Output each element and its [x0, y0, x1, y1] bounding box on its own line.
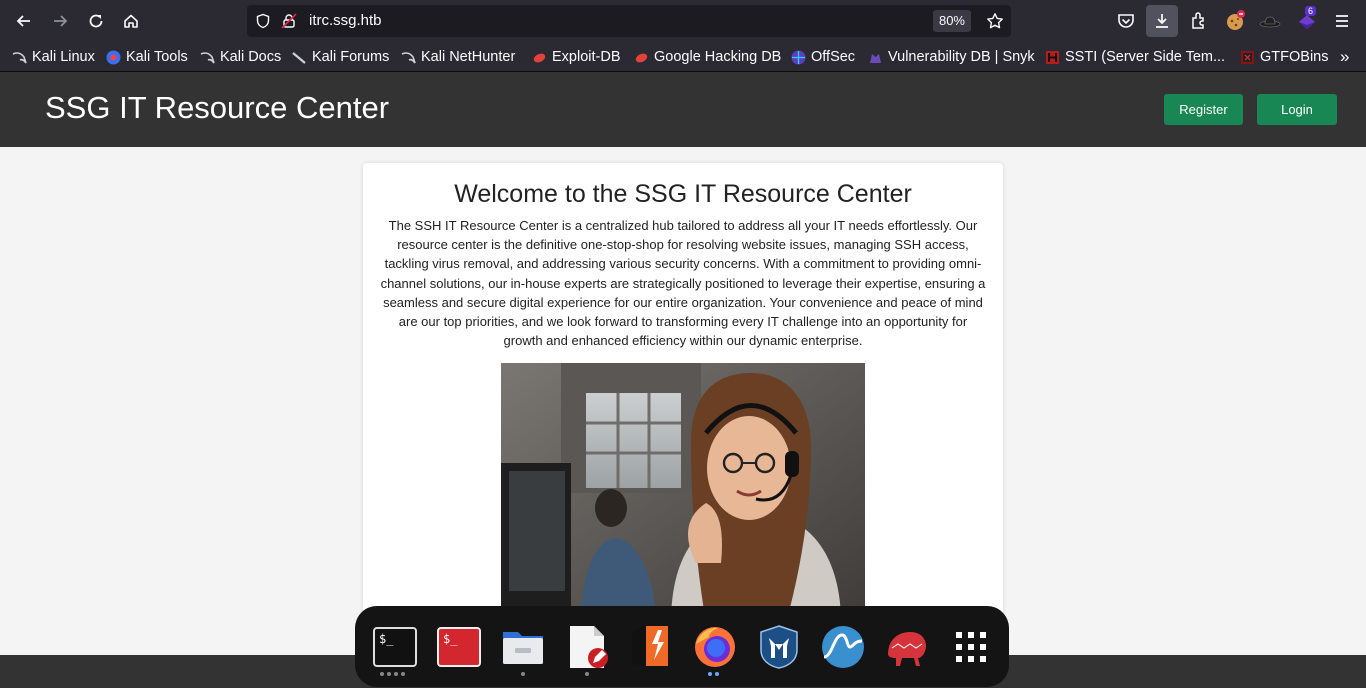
bookmark-kali-tools[interactable]: Kali Tools	[106, 47, 188, 67]
hacktricks-icon	[1046, 50, 1059, 64]
zoom-level[interactable]: 80%	[932, 10, 971, 32]
url-text[interactable]: itrc.ssg.htb	[309, 12, 382, 29]
burp-suite-icon[interactable]	[628, 624, 674, 670]
bookmarks-overflow-button[interactable]: »	[1340, 47, 1349, 67]
root-terminal-icon[interactable]: $_	[436, 624, 482, 670]
maltego-icon[interactable]	[884, 624, 930, 670]
app-grid-icon[interactable]	[948, 624, 994, 670]
pocket-icon[interactable]	[1114, 9, 1138, 33]
kali-tools-icon	[106, 50, 121, 64]
firefox-icon[interactable]	[692, 624, 738, 670]
kali-dragon-icon	[12, 51, 27, 63]
bookmark-snyk[interactable]: Vulnerability DB | Snyk	[868, 47, 1035, 67]
back-icon[interactable]	[10, 7, 38, 35]
svg-text:$_: $_	[443, 632, 458, 646]
terminal-window-dots	[380, 672, 405, 676]
svg-text:$_: $_	[379, 632, 394, 646]
bookmark-star-icon[interactable]	[986, 12, 1004, 30]
forward-icon[interactable]	[46, 7, 74, 35]
support-agent-image	[501, 363, 865, 623]
intro-paragraph: The SSH IT Resource Center is a centrali…	[380, 218, 986, 349]
firefox-window-dots	[708, 672, 719, 676]
page-heading: Welcome to the SSG IT Resource Center	[454, 180, 912, 208]
reload-icon[interactable]	[82, 7, 110, 35]
purple-extension-icon[interactable]: 6	[1295, 6, 1319, 33]
kali-forums-icon	[292, 51, 306, 64]
bookmark-kali-forums[interactable]: Kali Forums	[292, 47, 389, 67]
bookmarks-bar: Kali Linux Kali Tools Kali Docs Kali For…	[0, 42, 1366, 72]
bookmark-google-hacking-db[interactable]: Google Hacking DB	[634, 47, 781, 67]
app-dock: $_ $_	[355, 606, 1009, 687]
home-icon[interactable]	[117, 7, 145, 35]
files-window-dots	[521, 672, 525, 676]
site-header: SSG IT Resource Center Register Login	[0, 72, 1366, 147]
bookmark-gtfobins[interactable]: GTFOBins	[1240, 47, 1328, 67]
menu-icon[interactable]	[1330, 9, 1354, 33]
kali-dragon-icon	[401, 51, 416, 63]
extension-badge: 6	[1305, 6, 1317, 16]
kali-dragon-icon	[200, 51, 215, 63]
metasploit-icon[interactable]	[756, 624, 802, 670]
register-button[interactable]: Register	[1164, 94, 1243, 125]
downloads-button[interactable]	[1146, 5, 1178, 37]
bookmark-kali-nethunter[interactable]: Kali NetHunter	[401, 47, 515, 67]
url-bar[interactable]: itrc.ssg.htb 80%	[247, 5, 1011, 37]
offsec-icon	[791, 50, 806, 64]
bookmark-exploit-db[interactable]: Exploit-DB	[532, 47, 621, 67]
bookmark-kali-linux[interactable]: Kali Linux	[12, 47, 95, 67]
extensions-icon[interactable]	[1187, 9, 1211, 33]
ghdb-icon	[635, 53, 648, 62]
bookmark-kali-docs[interactable]: Kali Docs	[200, 47, 281, 67]
terminal-icon[interactable]: $_	[372, 624, 418, 670]
snyk-icon	[870, 53, 881, 63]
text-editor-icon[interactable]	[564, 624, 610, 670]
text-editor-window-dots	[585, 672, 589, 676]
shield-icon[interactable]	[255, 13, 271, 29]
browser-toolbar: itrc.ssg.htb 80% 6	[0, 0, 1366, 42]
site-title[interactable]: SSG IT Resource Center	[45, 90, 389, 126]
insecure-lock-icon[interactable]	[281, 13, 297, 29]
login-button[interactable]: Login	[1257, 94, 1337, 125]
cookie-extension-icon[interactable]	[1224, 9, 1248, 33]
download-icon	[1156, 14, 1168, 28]
files-icon[interactable]	[500, 624, 546, 670]
exploit-db-icon	[533, 53, 546, 62]
bookmark-ssti[interactable]: SSTI (Server Side Tem...	[1045, 47, 1225, 67]
hat-extension-icon[interactable]	[1258, 9, 1282, 33]
bookmark-offsec[interactable]: OffSec	[791, 47, 855, 67]
wireshark-icon[interactable]	[820, 624, 866, 670]
gtfobins-icon	[1241, 50, 1254, 64]
